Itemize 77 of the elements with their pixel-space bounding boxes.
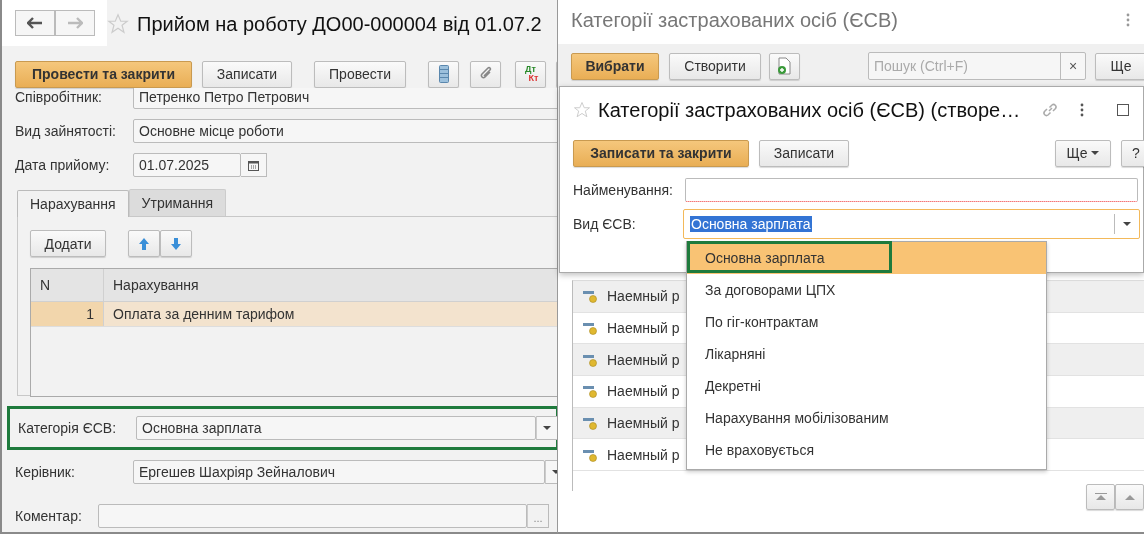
clear-button[interactable]: × bbox=[1060, 53, 1085, 79]
create-button[interactable]: Створити bbox=[669, 52, 761, 80]
dropdown-option[interactable]: Нарахування мобілізованим bbox=[687, 402, 1046, 434]
table-cell-text: Оплата за денним тарифом bbox=[112, 305, 296, 324]
dropdown-option[interactable]: Не враховується bbox=[687, 434, 1046, 466]
field-label: Дата прийому: bbox=[15, 157, 111, 173]
move-down-icon[interactable] bbox=[160, 230, 192, 257]
post-and-close-button[interactable]: Провести та закрити bbox=[15, 60, 192, 88]
ellipsis-button[interactable]: ... bbox=[527, 504, 549, 528]
dropdown-option[interactable]: Лікарняні bbox=[687, 338, 1046, 370]
table-row[interactable]: 1 Оплата за денним тарифом bbox=[31, 302, 557, 327]
add-button[interactable]: Додати bbox=[30, 230, 106, 257]
right-arrow-icon bbox=[67, 17, 83, 29]
list-item[interactable]: Наемный р bbox=[607, 351, 680, 368]
list-item[interactable]: Наемный р bbox=[607, 288, 680, 305]
save-button[interactable]: Записати bbox=[759, 139, 849, 167]
window-title: Прийом на роботу ДО00-000004 від 01.07.2 bbox=[137, 12, 542, 36]
text-field[interactable]: Основне місце роботи bbox=[133, 119, 557, 143]
item-icon bbox=[583, 352, 597, 367]
dropdown-caret-icon[interactable] bbox=[536, 416, 557, 440]
dropdown-option[interactable]: За договорами ЦПХ bbox=[687, 274, 1046, 306]
add-document-icon[interactable] bbox=[769, 52, 800, 80]
field-label: Вид зайнятості: bbox=[15, 123, 117, 139]
left-arrow-icon bbox=[27, 17, 43, 29]
field-label: Коментар: bbox=[15, 508, 83, 524]
more-icon[interactable] bbox=[1080, 103, 1085, 117]
post-button[interactable]: Провести bbox=[314, 60, 406, 88]
item-icon bbox=[583, 447, 597, 462]
window-title: Категорії застрахованих осіб (ЄСВ) bbox=[571, 8, 898, 32]
date-field[interactable]: 01.07.2025 bbox=[133, 153, 241, 177]
tab[interactable]: Нарахування bbox=[17, 190, 129, 217]
dropdown-option[interactable]: Основна зарплата bbox=[687, 242, 1046, 274]
item-icon bbox=[583, 416, 597, 431]
dialog-title: Категорії застрахованих осіб (ЄСВ) (створе… bbox=[598, 98, 1021, 122]
column-header: N bbox=[31, 269, 104, 301]
list-item[interactable]: Наемный р bbox=[607, 446, 680, 463]
item-icon bbox=[583, 321, 597, 336]
comment-field[interactable] bbox=[98, 504, 527, 528]
tab[interactable]: Утримання bbox=[128, 189, 226, 216]
maximize-icon[interactable] bbox=[1117, 104, 1130, 116]
select-field[interactable]: Ергешев Шахріяр Зейналович bbox=[133, 460, 545, 484]
list-icon[interactable] bbox=[428, 60, 459, 88]
scroll-to-top-icon[interactable] bbox=[1086, 484, 1115, 510]
field-label: Найменування: bbox=[573, 182, 674, 198]
select-button[interactable]: Вибрати bbox=[571, 52, 659, 80]
save-and-close-button[interactable]: Записати та закрити bbox=[573, 139, 749, 167]
link-icon[interactable] bbox=[1041, 101, 1060, 119]
back-button[interactable] bbox=[15, 10, 55, 36]
more-button[interactable]: Ще bbox=[1095, 52, 1144, 80]
column-header: Нарахування bbox=[112, 276, 200, 295]
select-field[interactable]: Основна зарплата bbox=[136, 416, 536, 440]
debit-credit-button[interactable]: Дт Кт bbox=[515, 60, 546, 88]
select-field[interactable]: Петренко Петро Петрович bbox=[133, 88, 557, 109]
field-label: Категорія ЄСВ: bbox=[18, 420, 118, 436]
dropdown-option[interactable]: Декретні bbox=[687, 370, 1046, 402]
scroll-up-icon[interactable] bbox=[1115, 484, 1144, 510]
select-field[interactable]: Основна зарплата bbox=[683, 209, 1140, 239]
search-field[interactable]: Пошук (Ctrl+F) × bbox=[868, 52, 1086, 80]
paperclip-icon[interactable] bbox=[470, 60, 501, 88]
more-button[interactable]: Ще bbox=[1055, 139, 1111, 167]
item-icon bbox=[583, 384, 597, 399]
list-item[interactable]: Наемный р bbox=[607, 383, 680, 400]
star-icon[interactable] bbox=[107, 13, 129, 35]
field-label: Керівник: bbox=[15, 464, 76, 480]
star-icon[interactable] bbox=[573, 101, 591, 119]
item-icon bbox=[583, 289, 597, 304]
move-up-icon[interactable] bbox=[128, 230, 160, 257]
field-label: Співробітник: bbox=[15, 89, 103, 105]
table-cell: 1 bbox=[31, 302, 104, 326]
calendar-icon[interactable] bbox=[241, 153, 267, 177]
list-item[interactable]: Наемный р bbox=[607, 320, 680, 337]
dropdown-option[interactable]: По гіг-контрактам bbox=[687, 306, 1046, 338]
save-button[interactable]: Записати bbox=[202, 60, 292, 88]
field-label: Вид ЄСВ: bbox=[573, 216, 637, 232]
name-field[interactable] bbox=[685, 178, 1138, 202]
list-item[interactable]: Наемный р bbox=[607, 415, 680, 432]
help-button[interactable]: ? bbox=[1121, 139, 1144, 167]
